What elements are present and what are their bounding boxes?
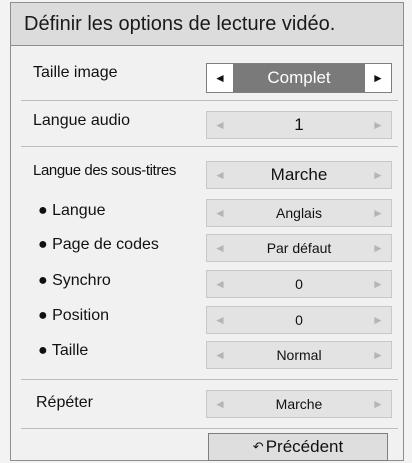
arrow-left-icon[interactable]: ◄ (207, 391, 233, 417)
arrow-right-icon[interactable]: ► (365, 112, 391, 138)
taille-value: Normal (276, 347, 322, 363)
langue-value: Anglais (276, 205, 322, 221)
langue-sous-titres-selector[interactable]: ◄ Marche ► (206, 161, 392, 189)
langue-selector[interactable]: ◄ Anglais ► (206, 199, 392, 227)
arrow-right-icon[interactable]: ► (365, 271, 391, 297)
arrow-right-icon[interactable]: ► (365, 391, 391, 417)
arrow-right-icon[interactable]: ► (365, 64, 391, 92)
position-selector[interactable]: ◄ 0 ► (206, 306, 392, 334)
repeter-value: Marche (275, 396, 323, 412)
langue-audio-label: Langue audio (33, 112, 130, 129)
arrow-right-icon[interactable]: ► (365, 307, 391, 333)
taille-image-label: Taille image (33, 64, 118, 81)
arrow-left-icon[interactable]: ◄ (207, 235, 233, 261)
repeter-label: Répéter (36, 394, 93, 411)
page-de-codes-selector[interactable]: ◄ Par défaut ► (206, 234, 392, 262)
taille-image-selector[interactable]: ◄ Complet ► (206, 63, 392, 93)
return-icon: ↶ (252, 439, 264, 454)
divider (21, 100, 398, 101)
back-button[interactable]: ↶ Précédent (208, 433, 388, 461)
arrow-right-icon[interactable]: ► (365, 235, 391, 261)
arrow-right-icon[interactable]: ► (365, 162, 391, 188)
page-de-codes-value: Par défaut (266, 240, 332, 256)
langue-audio-selector[interactable]: ◄ 1 ► (206, 111, 392, 139)
arrow-right-icon[interactable]: ► (365, 200, 391, 226)
langue-sous-titres-label: Langue des sous-titres (33, 162, 176, 179)
langue-label: ● Langue (38, 202, 106, 219)
synchro-label: ● Synchro (38, 272, 111, 289)
arrow-left-icon[interactable]: ◄ (207, 112, 233, 138)
arrow-left-icon[interactable]: ◄ (207, 162, 233, 188)
langue-audio-value: 1 (294, 115, 304, 134)
taille-image-value: Complet (233, 64, 365, 92)
position-label: ● Position (38, 307, 110, 324)
arrow-left-icon[interactable]: ◄ (207, 271, 233, 297)
video-options-panel: Définir les options de lecture vidéo. Ta… (0, 0, 412, 463)
synchro-value: 0 (295, 276, 303, 292)
langue-sous-titres-value: Marche (270, 165, 328, 184)
taille-label: ● Taille (38, 342, 89, 359)
back-button-label: Précédent (265, 437, 344, 456)
arrow-right-icon[interactable]: ► (365, 342, 391, 368)
page-de-codes-label: ● Page de codes (38, 236, 159, 253)
arrow-left-icon[interactable]: ◄ (207, 307, 233, 333)
arrow-left-icon[interactable]: ◄ (207, 342, 233, 368)
divider (21, 146, 398, 147)
page-title: Définir les options de lecture vidéo. (24, 13, 336, 35)
divider (21, 428, 398, 429)
divider (21, 379, 398, 380)
synchro-selector[interactable]: ◄ 0 ► (206, 270, 392, 298)
arrow-left-icon[interactable]: ◄ (207, 200, 233, 226)
taille-selector[interactable]: ◄ Normal ► (206, 341, 392, 369)
position-value: 0 (295, 312, 303, 328)
repeter-selector[interactable]: ◄ Marche ► (206, 390, 392, 418)
arrow-left-icon[interactable]: ◄ (207, 64, 233, 92)
